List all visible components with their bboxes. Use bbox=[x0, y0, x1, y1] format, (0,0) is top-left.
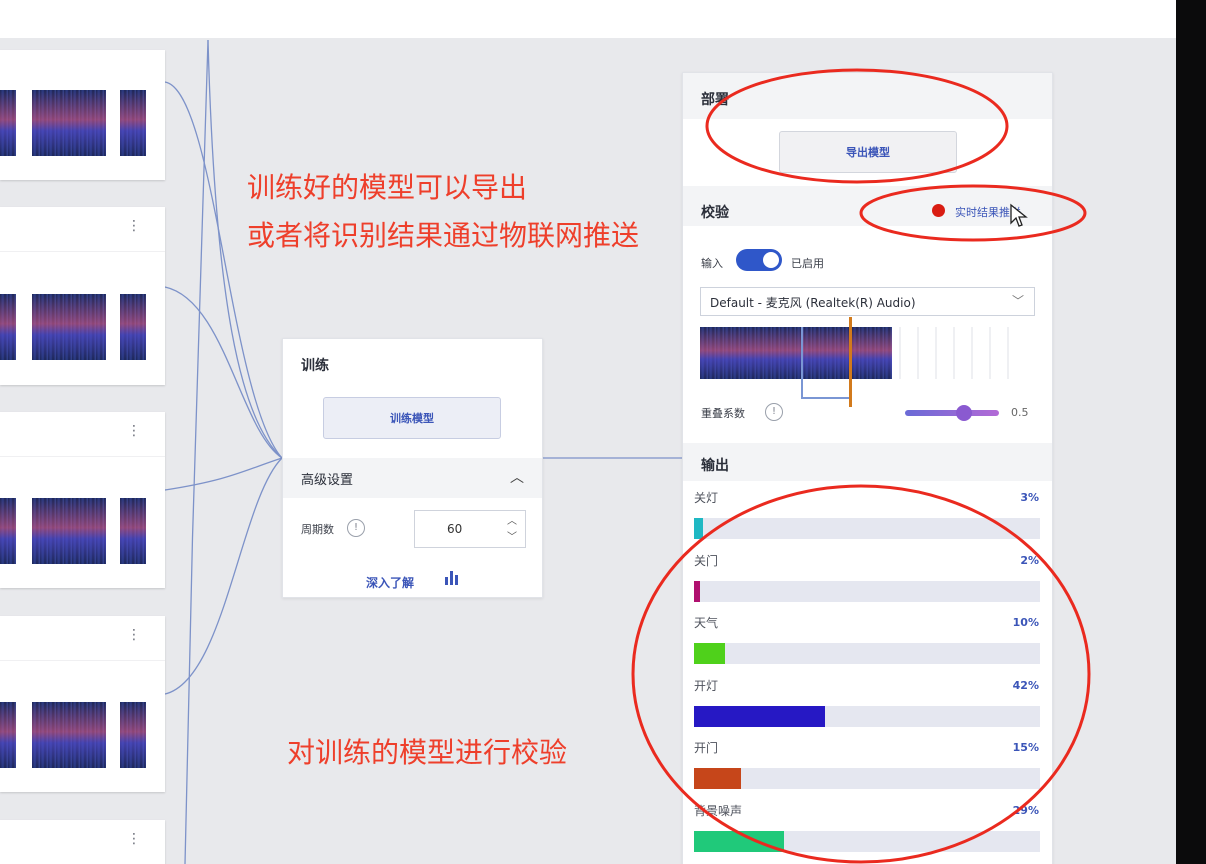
info-icon[interactable]: ! bbox=[347, 519, 365, 537]
spectrogram bbox=[0, 498, 16, 564]
window-selector bbox=[801, 327, 851, 399]
output-bar-track bbox=[694, 581, 1040, 602]
live-spectrogram bbox=[700, 327, 892, 379]
output-bar-track bbox=[694, 706, 1040, 727]
output-header bbox=[683, 443, 1052, 481]
output-class-label: 开灯 bbox=[694, 679, 719, 693]
annotation-verify: 对训练的模型进行校验 bbox=[287, 736, 568, 769]
output-bar-fill bbox=[694, 706, 825, 727]
sample-card-header: ⋮ bbox=[0, 412, 165, 457]
spectrogram bbox=[0, 702, 16, 768]
chevron-down-icon: ﹀ bbox=[1011, 294, 1024, 308]
output-bar-fill bbox=[694, 831, 784, 852]
input-label: 输入 bbox=[701, 257, 723, 270]
sample-card bbox=[0, 50, 165, 180]
spectrogram bbox=[120, 498, 146, 564]
canvas: ⋮ ⋮ ⋮ ⋮ 训练 训练模型 高级设置 ︿ 周期数 ! 60 ︿ ﹀ 深入了解 bbox=[0, 0, 1176, 864]
input-toggle[interactable] bbox=[736, 249, 782, 271]
more-icon[interactable]: ⋮ bbox=[127, 424, 141, 438]
overlap-slider[interactable] bbox=[905, 405, 999, 421]
advanced-settings-header[interactable]: 高级设置 ︿ bbox=[283, 458, 542, 498]
output-class-label: 关门 bbox=[694, 554, 719, 568]
sample-card: ⋮ bbox=[0, 412, 165, 588]
spectrogram bbox=[120, 294, 146, 360]
spectrogram bbox=[0, 294, 16, 360]
output-class-label: 开门 bbox=[694, 741, 719, 755]
deploy-header bbox=[683, 73, 1052, 119]
sample-card-header: ⋮ bbox=[0, 207, 165, 252]
advanced-settings-title: 高级设置 bbox=[301, 473, 354, 488]
annotation-export: 训练好的模型可以导出 bbox=[247, 171, 528, 204]
device-select-value: Default - 麦克风 (Realtek(R) Audio) bbox=[710, 296, 916, 310]
output-class-percent: 15% bbox=[1012, 741, 1039, 754]
slider-knob[interactable] bbox=[956, 405, 972, 421]
spectrogram bbox=[120, 702, 146, 768]
output-class-percent: 29% bbox=[1012, 804, 1039, 817]
train-model-button[interactable]: 训练模型 bbox=[323, 397, 501, 439]
bar-chart-icon[interactable] bbox=[444, 570, 460, 586]
spectrogram bbox=[32, 498, 106, 564]
playhead bbox=[849, 317, 852, 407]
more-icon[interactable]: ⋮ bbox=[127, 832, 141, 846]
output-bar-track bbox=[694, 768, 1040, 789]
toggle-state-label: 已启用 bbox=[791, 257, 824, 270]
output-title: 输出 bbox=[701, 458, 729, 474]
spectrogram bbox=[120, 90, 146, 156]
output-bar-fill bbox=[694, 581, 700, 602]
export-model-button[interactable]: 导出模型 bbox=[779, 131, 957, 173]
overlap-value: 0.5 bbox=[1011, 406, 1029, 419]
chevron-up-icon: ︿ bbox=[510, 470, 524, 486]
spectrogram bbox=[32, 294, 106, 360]
cursor-icon bbox=[1010, 203, 1028, 227]
output-class-label: 背景噪声 bbox=[694, 804, 743, 818]
training-title: 训练 bbox=[301, 358, 329, 374]
output-class-label: 关灯 bbox=[694, 491, 719, 505]
epochs-label: 周期数 bbox=[301, 523, 334, 536]
output-class-percent: 3% bbox=[1020, 491, 1039, 504]
learn-more-link[interactable]: 深入了解 bbox=[366, 574, 414, 591]
sample-card-header: ⋮ bbox=[0, 616, 165, 661]
info-icon[interactable]: ! bbox=[765, 403, 783, 421]
overlap-label: 重叠系数 bbox=[701, 407, 745, 420]
output-class-percent: 42% bbox=[1012, 679, 1039, 692]
deploy-title: 部署 bbox=[701, 92, 729, 108]
stepper-up-icon[interactable]: ︿ bbox=[507, 512, 517, 527]
output-bar-track bbox=[694, 831, 1040, 852]
record-dot-icon bbox=[932, 204, 945, 217]
more-icon[interactable]: ⋮ bbox=[127, 219, 141, 233]
output-bar-fill bbox=[694, 518, 703, 539]
toggle-knob bbox=[763, 252, 779, 268]
spectrogram bbox=[32, 702, 106, 768]
spectrogram bbox=[32, 90, 106, 156]
sample-card: ⋮ bbox=[0, 616, 165, 792]
epochs-value: 60 bbox=[447, 522, 463, 536]
spectrogram-timeline bbox=[899, 327, 1009, 379]
annotation-push: 或者将识别结果通过物联网推送 bbox=[247, 219, 640, 252]
spectrogram bbox=[0, 90, 16, 156]
output-bar-fill bbox=[694, 643, 725, 664]
window-edge bbox=[1176, 0, 1206, 864]
stepper-down-icon[interactable]: ﹀ bbox=[507, 528, 517, 543]
device-select[interactable]: Default - 麦克风 (Realtek(R) Audio) ﹀ bbox=[700, 287, 1035, 316]
sample-card: ⋮ bbox=[0, 820, 165, 864]
verify-title: 校验 bbox=[701, 205, 729, 221]
output-class-percent: 2% bbox=[1020, 554, 1039, 567]
sample-card: ⋮ bbox=[0, 207, 165, 385]
training-panel: 训练 训练模型 高级设置 ︿ 周期数 ! 60 ︿ ﹀ 深入了解 bbox=[282, 338, 543, 598]
output-class-label: 天气 bbox=[694, 616, 719, 630]
output-bar-fill bbox=[694, 768, 741, 789]
epochs-stepper[interactable]: 60 ︿ ﹀ bbox=[414, 510, 526, 548]
deploy-verify-panel: 部署 导出模型 校验 实时结果推送 输入 已启用 Default - 麦克风 (… bbox=[682, 72, 1053, 864]
sample-card-header: ⋮ bbox=[0, 820, 165, 864]
output-bar-track bbox=[694, 643, 1040, 664]
output-class-percent: 10% bbox=[1012, 616, 1039, 629]
output-bar-track bbox=[694, 518, 1040, 539]
more-icon[interactable]: ⋮ bbox=[127, 628, 141, 642]
